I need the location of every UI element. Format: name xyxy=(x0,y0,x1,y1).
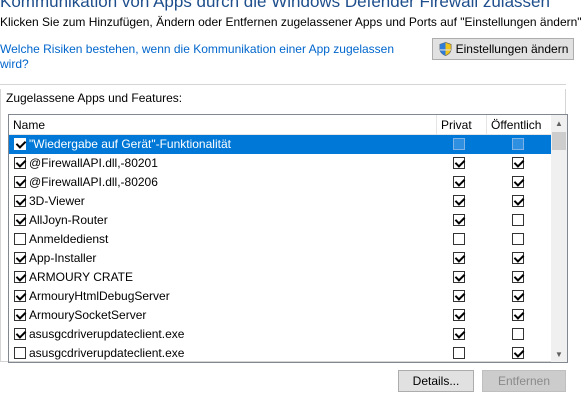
details-button[interactable]: Details... xyxy=(398,370,474,392)
table-row[interactable]: "Wiedergabe auf Gerät"-Funktionalität xyxy=(9,135,553,154)
public-network-checkbox[interactable] xyxy=(512,233,524,245)
private-network-checkbox[interactable] xyxy=(453,328,465,340)
scroll-thumb[interactable] xyxy=(552,132,566,150)
app-enabled-checkbox[interactable] xyxy=(14,347,26,359)
app-enabled-checkbox[interactable] xyxy=(14,138,26,150)
app-enabled-checkbox[interactable] xyxy=(14,252,26,264)
public-network-checkbox[interactable] xyxy=(512,271,524,283)
app-enabled-checkbox[interactable] xyxy=(14,195,26,207)
table-row[interactable]: App-Installer xyxy=(9,249,553,268)
chevron-down-icon[interactable]: ▼ xyxy=(551,346,567,362)
app-enabled-checkbox[interactable] xyxy=(14,233,26,245)
public-network-checkbox[interactable] xyxy=(512,214,524,226)
page-title: Kommunikation von Apps durch die Windows… xyxy=(0,0,550,11)
public-network-checkbox[interactable] xyxy=(512,176,524,188)
app-name: Anmeldedienst xyxy=(29,232,109,246)
risk-info-link[interactable]: Welche Risiken bestehen, wenn die Kommun… xyxy=(0,42,410,72)
list-rows: "Wiedergabe auf Gerät"-Funktionalität @Fi… xyxy=(9,135,553,362)
table-row[interactable]: ARMOURY CRATE xyxy=(9,268,553,287)
app-enabled-checkbox[interactable] xyxy=(14,271,26,283)
private-network-checkbox[interactable] xyxy=(453,157,465,169)
table-row[interactable]: asusgcdriverupdateclient.exe xyxy=(9,325,553,344)
app-enabled-checkbox[interactable] xyxy=(14,290,26,302)
private-network-checkbox[interactable] xyxy=(453,176,465,188)
app-enabled-checkbox[interactable] xyxy=(14,176,26,188)
page-subtitle: Klicken Sie zum Hinzufügen, Ändern oder … xyxy=(0,15,581,29)
app-name: "Wiedergabe auf Gerät"-Funktionalität xyxy=(29,137,231,151)
app-name: ArmourySocketServer xyxy=(29,308,147,322)
list-header: Name Privat Öffentlich xyxy=(9,115,553,135)
shield-icon xyxy=(439,42,452,56)
vertical-scrollbar[interactable]: ▲ ▼ xyxy=(551,115,567,362)
public-network-checkbox[interactable] xyxy=(512,347,524,359)
private-network-checkbox[interactable] xyxy=(453,214,465,226)
column-header-public[interactable]: Öffentlich xyxy=(487,115,553,135)
group-divider xyxy=(0,84,566,85)
public-network-checkbox[interactable] xyxy=(512,290,524,302)
group-label: Zugelassene Apps und Features: xyxy=(6,91,183,105)
table-row[interactable]: ArmouryHtmlDebugServer xyxy=(9,287,553,306)
private-network-checkbox[interactable] xyxy=(453,195,465,207)
app-name: @FirewallAPI.dll,-80201 xyxy=(29,156,158,170)
app-name: AllJoyn-Router xyxy=(29,213,108,227)
public-network-checkbox[interactable] xyxy=(512,138,524,150)
private-network-checkbox[interactable] xyxy=(453,309,465,321)
app-enabled-checkbox[interactable] xyxy=(14,328,26,340)
private-network-checkbox[interactable] xyxy=(453,233,465,245)
table-row[interactable]: @FirewallAPI.dll,-80201 xyxy=(9,154,553,173)
public-network-checkbox[interactable] xyxy=(512,157,524,169)
allowed-apps-list[interactable]: Name Privat Öffentlich "Wiedergabe auf G… xyxy=(8,114,568,363)
column-header-private[interactable]: Privat xyxy=(437,115,487,135)
app-name: App-Installer xyxy=(29,251,97,265)
change-settings-button[interactable]: Einstellungen ändern xyxy=(432,38,574,60)
column-header-name[interactable]: Name xyxy=(9,115,437,135)
app-name: ARMOURY CRATE xyxy=(29,270,134,284)
app-name: asusgcdriverupdateclient.exe xyxy=(29,346,185,360)
table-row[interactable]: AllJoyn-Router xyxy=(9,211,553,230)
app-name: ArmouryHtmlDebugServer xyxy=(29,289,170,303)
app-enabled-checkbox[interactable] xyxy=(14,309,26,321)
table-row[interactable]: @FirewallAPI.dll,-80206 xyxy=(9,173,553,192)
app-name: @FirewallAPI.dll,-80206 xyxy=(29,175,158,189)
remove-button[interactable]: Entfernen xyxy=(482,370,566,392)
table-row[interactable]: Anmeldedienst xyxy=(9,230,553,249)
private-network-checkbox[interactable] xyxy=(453,252,465,264)
app-enabled-checkbox[interactable] xyxy=(14,157,26,169)
table-row[interactable]: 3D-Viewer xyxy=(9,192,553,211)
private-network-checkbox[interactable] xyxy=(453,290,465,302)
public-network-checkbox[interactable] xyxy=(512,252,524,264)
private-network-checkbox[interactable] xyxy=(453,347,465,359)
public-network-checkbox[interactable] xyxy=(512,195,524,207)
private-network-checkbox[interactable] xyxy=(453,138,465,150)
app-name: asusgcdriverupdateclient.exe xyxy=(29,327,185,341)
chevron-up-icon[interactable]: ▲ xyxy=(551,115,567,131)
change-settings-label: Einstellungen ändern xyxy=(455,42,569,56)
table-row[interactable]: asusgcdriverupdateclient.exe xyxy=(9,344,553,362)
app-name: 3D-Viewer xyxy=(29,194,85,208)
private-network-checkbox[interactable] xyxy=(453,271,465,283)
public-network-checkbox[interactable] xyxy=(512,309,524,321)
table-row[interactable]: ArmourySocketServer xyxy=(9,306,553,325)
app-enabled-checkbox[interactable] xyxy=(14,214,26,226)
public-network-checkbox[interactable] xyxy=(512,328,524,340)
